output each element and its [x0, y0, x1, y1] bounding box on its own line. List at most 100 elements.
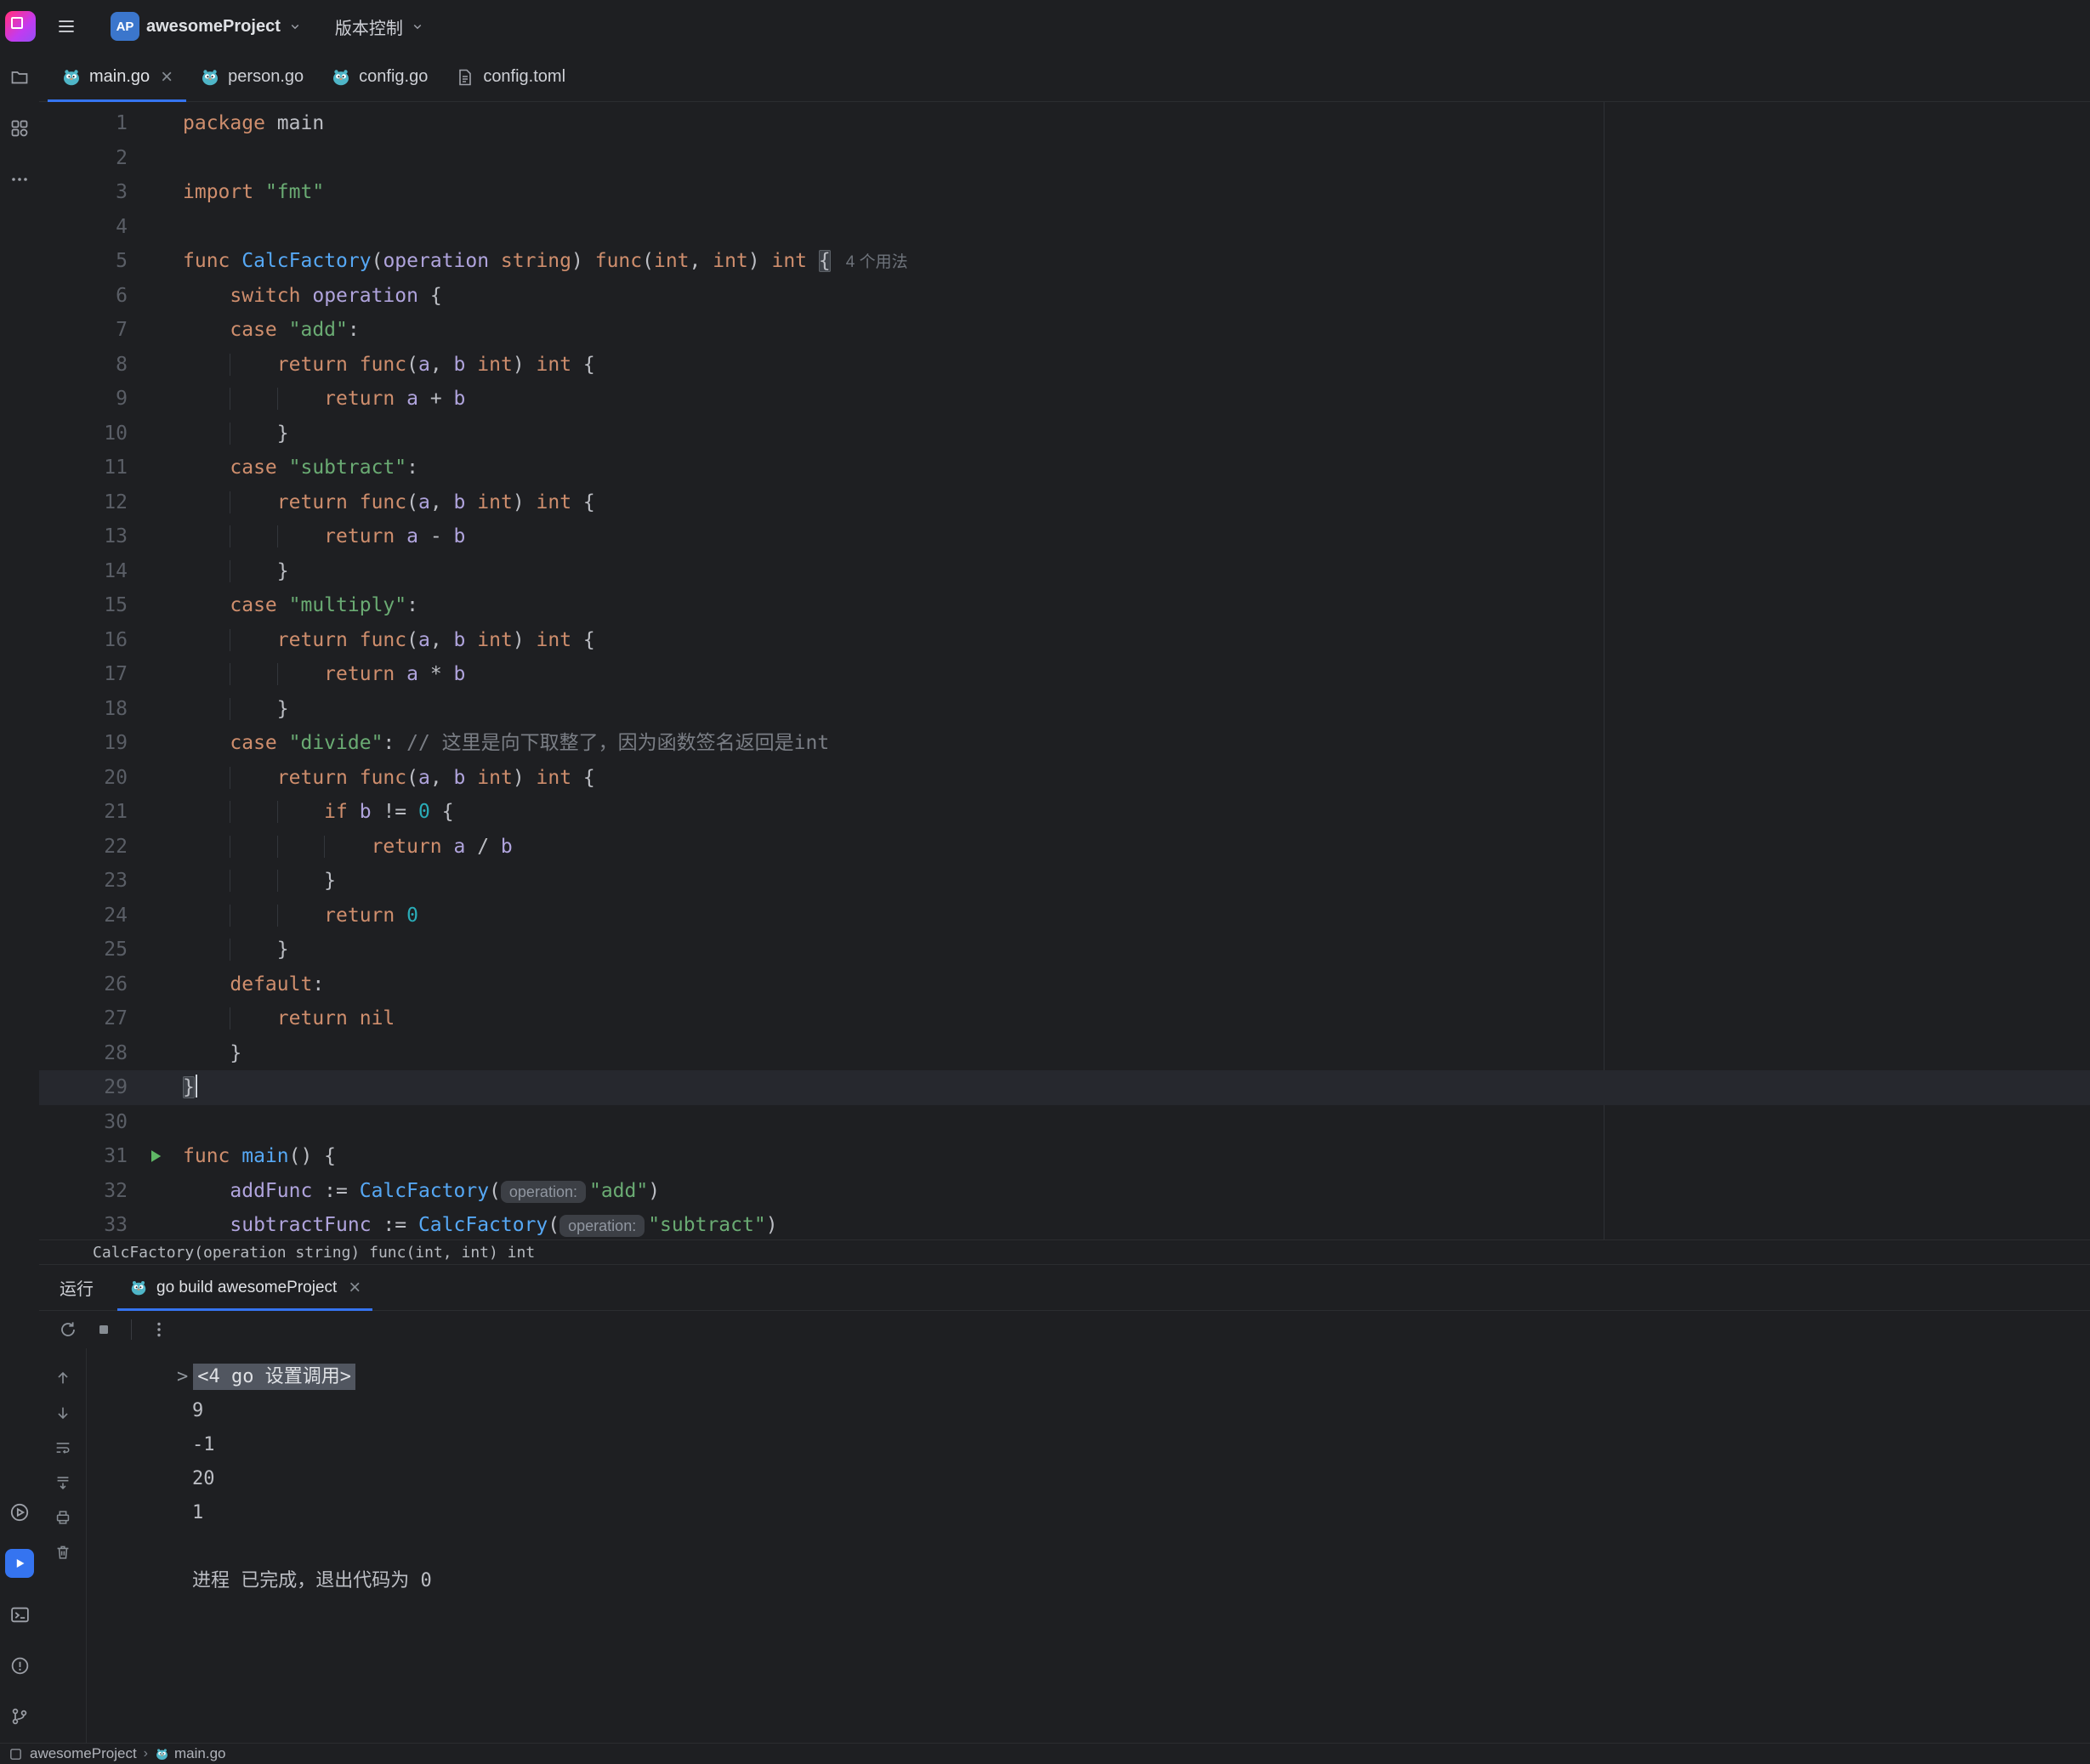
code-line[interactable]: 8 return func(a, b int) int {: [39, 348, 2090, 383]
run-tab-bar: 运行 go build awesomeProject ×: [39, 1265, 2090, 1311]
chevron-right-icon: ›: [144, 1746, 148, 1761]
context-info-bar: CalcFactory(operation string) func(int, …: [39, 1239, 2090, 1265]
code-line[interactable]: 20 return func(a, b int) int {: [39, 761, 2090, 796]
code-line[interactable]: 14 }: [39, 554, 2090, 589]
code-editor[interactable]: 1package main23import "fmt"45func CalcFa…: [39, 102, 2090, 1239]
code-line[interactable]: 19 case "divide": // 这里是向下取整了，因为函数签名返回是i…: [39, 726, 2090, 761]
folded-command[interactable]: <4 go 设置调用>: [193, 1364, 355, 1390]
line-number: 30: [39, 1105, 128, 1140]
line-number: 7: [39, 313, 128, 348]
print-icon[interactable]: [52, 1506, 74, 1529]
line-number: 6: [39, 279, 128, 314]
chevron-down-icon: [410, 19, 425, 34]
code-line[interactable]: 22 return a / b: [39, 830, 2090, 865]
tab-label: config.toml: [483, 67, 565, 87]
structure-tool-button[interactable]: [5, 114, 34, 143]
code-line[interactable]: 5func CalcFactory(operation string) func…: [39, 244, 2090, 279]
code-line[interactable]: 7 case "add":: [39, 313, 2090, 348]
code-line[interactable]: 16 return func(a, b int) int {: [39, 623, 2090, 658]
code-line[interactable]: 17 return a * b: [39, 657, 2090, 692]
breadcrumb-project[interactable]: awesomeProject: [30, 1745, 137, 1762]
more-options-icon[interactable]: [147, 1318, 171, 1341]
code-line[interactable]: 29}: [39, 1070, 2090, 1105]
vcs-widget[interactable]: 版本控制: [328, 9, 432, 43]
go-file-icon: [155, 1747, 169, 1761]
code-line[interactable]: 33 subtractFunc := CalcFactory(operation…: [39, 1208, 2090, 1239]
console-line: [87, 1530, 2090, 1564]
fold-chevron-icon[interactable]: >: [177, 1366, 188, 1387]
soft-wrap-icon[interactable]: [52, 1437, 74, 1459]
scroll-up-icon[interactable]: [52, 1367, 74, 1389]
code-line[interactable]: 32 addFunc := CalcFactory(operation:"add…: [39, 1174, 2090, 1209]
tool-window-stripe: [0, 53, 39, 1743]
line-number: 15: [39, 588, 128, 623]
line-number: 2: [39, 141, 128, 176]
tab-config.go[interactable]: config.go: [317, 53, 441, 101]
code-line[interactable]: 18 }: [39, 692, 2090, 727]
console-line: -1: [87, 1428, 2090, 1462]
code-line[interactable]: 10 }: [39, 417, 2090, 451]
tab-main.go[interactable]: main.go×: [48, 53, 186, 101]
line-number: 4: [39, 210, 128, 245]
services-tool-button[interactable]: [5, 1498, 34, 1527]
line-number: 17: [39, 657, 128, 692]
run-gutter-icon[interactable]: [128, 1139, 183, 1174]
code-line[interactable]: 24 return 0: [39, 899, 2090, 933]
code-line[interactable]: 11 case "subtract":: [39, 451, 2090, 485]
code-line[interactable]: 15 case "multiply":: [39, 588, 2090, 623]
code-line[interactable]: 26 default:: [39, 967, 2090, 1002]
code-line[interactable]: 27 return nil: [39, 1001, 2090, 1036]
code-line[interactable]: 30: [39, 1105, 2090, 1140]
version-control-tool-button[interactable]: [5, 1702, 34, 1731]
usages-hint[interactable]: 4 个用法: [846, 253, 908, 271]
hamburger-menu-icon[interactable]: [51, 11, 82, 42]
code-line[interactable]: 25 }: [39, 933, 2090, 967]
go-gopher-icon: [129, 1279, 148, 1297]
scroll-down-icon[interactable]: [52, 1402, 74, 1424]
code-line[interactable]: 6 switch operation {: [39, 279, 2090, 314]
more-tools-icon[interactable]: [5, 165, 34, 194]
console-gutter: [39, 1348, 87, 1743]
line-number: 5: [39, 244, 128, 279]
toml-file-icon: [455, 67, 475, 88]
terminal-tool-button[interactable]: [5, 1600, 34, 1629]
code-line[interactable]: 3import "fmt": [39, 175, 2090, 210]
line-number: 19: [39, 726, 128, 761]
code-line[interactable]: 28 }: [39, 1036, 2090, 1071]
rerun-icon[interactable]: [56, 1318, 80, 1341]
close-icon[interactable]: ×: [349, 1278, 361, 1298]
run-tool-title: 运行: [60, 1275, 94, 1300]
line-number: 27: [39, 1001, 128, 1036]
stripe-bottom-group: [5, 1498, 34, 1743]
code-line[interactable]: 23 }: [39, 864, 2090, 899]
tab-person.go[interactable]: person.go: [186, 53, 317, 101]
close-icon[interactable]: ×: [161, 67, 173, 88]
run-configuration-tab[interactable]: go build awesomeProject ×: [117, 1265, 372, 1310]
console-output[interactable]: ><4 go 设置调用>9-1201 进程 已完成，退出代码为 0: [87, 1348, 2090, 1743]
code-line[interactable]: 12 return func(a, b int) int {: [39, 485, 2090, 520]
code-line[interactable]: 31func main() {: [39, 1139, 2090, 1174]
go-file-icon: [61, 67, 82, 88]
stop-icon[interactable]: [92, 1318, 116, 1341]
code-line[interactable]: 4: [39, 210, 2090, 245]
clear-console-icon[interactable]: [52, 1541, 74, 1563]
code-line[interactable]: 2: [39, 141, 2090, 176]
run-tool-button[interactable]: [5, 1549, 34, 1578]
line-number: 11: [39, 451, 128, 485]
parameter-hint: operation:: [559, 1215, 645, 1237]
breadcrumb-file-label: main.go: [174, 1745, 225, 1762]
tab-config.toml[interactable]: config.toml: [441, 53, 579, 101]
breadcrumb-file[interactable]: main.go: [155, 1745, 225, 1762]
problems-tool-button[interactable]: [5, 1651, 34, 1680]
scroll-to-end-icon[interactable]: [52, 1472, 74, 1494]
code-line[interactable]: 9 return a + b: [39, 382, 2090, 417]
code-line[interactable]: 21 if b != 0 {: [39, 795, 2090, 830]
vcs-label: 版本控制: [335, 14, 403, 39]
project-tool-button[interactable]: [5, 63, 34, 92]
line-number: 29: [39, 1070, 128, 1105]
code-line[interactable]: 1package main: [39, 106, 2090, 141]
run-tab-label: go build awesomeProject: [156, 1279, 337, 1297]
project-selector[interactable]: AP awesomeProject: [104, 9, 310, 43]
code-line[interactable]: 13 return a - b: [39, 519, 2090, 554]
parameter-hint: operation:: [501, 1181, 586, 1203]
